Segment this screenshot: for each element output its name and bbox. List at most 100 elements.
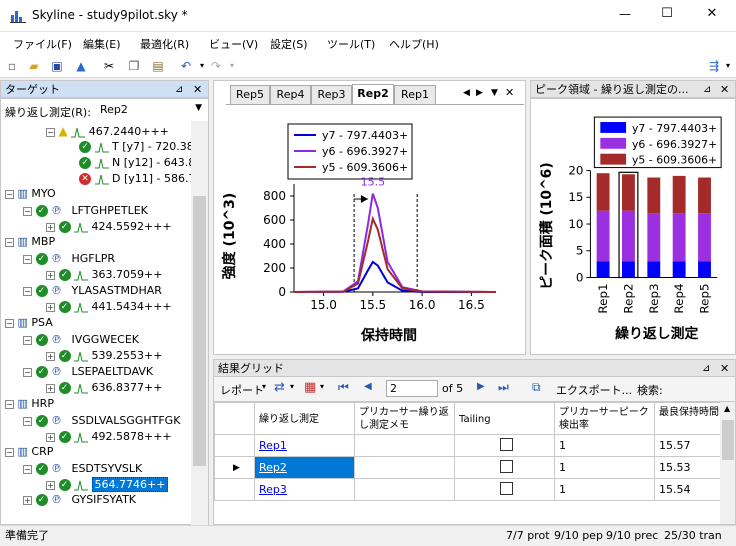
tab-list-icon[interactable]: ▼: [491, 88, 498, 98]
copy-icon[interactable]: ❐: [126, 58, 142, 74]
expand-icon[interactable]: +: [46, 432, 55, 442]
tree-row-precursor[interactable]: + ✓ 539.2553++: [46, 348, 162, 364]
undo-icon[interactable]: ↶: [178, 58, 194, 74]
tailing-checkbox[interactable]: [500, 481, 513, 495]
tailing-cell[interactable]: [454, 456, 555, 479]
expand-icon[interactable]: +: [46, 383, 55, 393]
pivot-dropdown-icon[interactable]: ▾: [290, 382, 294, 391]
table-row[interactable]: Rep1 1 15.57: [214, 434, 721, 457]
tree-row-peptide[interactable]: − ✓ ℗ ESDTSYVSLK: [23, 461, 142, 477]
tailing-cell[interactable]: [454, 478, 555, 501]
tailing-checkbox[interactable]: [500, 437, 513, 451]
tree-row-peptide[interactable]: − ✓ ℗ SSDLVALSGGHTFGK: [23, 413, 180, 429]
tree-row-precursor[interactable]: + ✓ 636.8377++: [46, 380, 162, 396]
expand-icon[interactable]: +: [46, 351, 55, 361]
prev-page-icon[interactable]: ◀: [364, 381, 372, 392]
rep-cell[interactable]: Rep2: [254, 456, 355, 479]
expand-icon[interactable]: +: [46, 270, 55, 280]
peak-area-pin-icon[interactable]: ⊿: [703, 81, 711, 99]
page-input[interactable]: 2: [386, 380, 438, 397]
rt-cell[interactable]: 15.53: [654, 456, 721, 479]
menu-optimize[interactable]: 最適化(R): [140, 36, 189, 52]
rt-cell[interactable]: 15.57: [654, 434, 721, 457]
rep-link[interactable]: Rep2: [259, 461, 287, 474]
expand-icon[interactable]: −: [5, 399, 14, 409]
peak-area-chart[interactable]: y7 - 797.4403+ y6 - 696.3927+ y5 - 609.3…: [530, 98, 736, 355]
pivot-icon[interactable]: ⇄: [274, 380, 285, 395]
replicate-select[interactable]: Rep2 ▼: [96, 102, 208, 119]
filter-dropdown-icon[interactable]: ▾: [320, 382, 324, 391]
expand-icon[interactable]: −: [23, 206, 32, 216]
publish-icon[interactable]: ▲: [73, 58, 89, 74]
tree-scrollbar[interactable]: [191, 121, 208, 525]
export-icon[interactable]: ⧉: [532, 380, 541, 395]
tab-scroll-left-icon[interactable]: ◀: [463, 88, 470, 98]
last-page-icon[interactable]: ⏭: [498, 380, 509, 395]
tree-row-protein[interactable]: − ▥ CRP: [5, 444, 53, 460]
expand-icon[interactable]: −: [5, 189, 14, 199]
table-row[interactable]: Rep3 1 15.54: [214, 478, 721, 501]
rep-cell[interactable]: Rep3: [254, 478, 355, 501]
rep-link[interactable]: Rep3: [259, 483, 287, 496]
column-header[interactable]: プリカーサー繰り返し測定メモ: [354, 402, 455, 435]
row-header[interactable]: [214, 434, 255, 457]
tab-scroll-right-icon[interactable]: ▶: [476, 88, 483, 98]
redo-icon[interactable]: ↷: [208, 58, 224, 74]
chromatogram-chart[interactable]: y7 - 797.4403+ y6 - 696.3927+ y5 - 609.3…: [214, 106, 525, 354]
rep-cell[interactable]: Rep1: [254, 434, 355, 457]
expand-icon[interactable]: −: [46, 127, 55, 137]
tree-row-protein[interactable]: − ▥ PSA: [5, 315, 53, 331]
tab-rep3[interactable]: Rep3: [311, 85, 352, 104]
tree-row-precursor[interactable]: + ✓ 441.5434+++: [46, 299, 172, 315]
tab-close-icon[interactable]: ✕: [505, 86, 514, 99]
tree-row-precursor[interactable]: + ✓ 424.5592+++: [46, 219, 172, 235]
results-pin-icon[interactable]: ⊿: [702, 360, 710, 378]
menu-view[interactable]: ビュー(V): [209, 36, 258, 52]
save-icon[interactable]: ▣: [49, 58, 65, 74]
column-header[interactable]: Tailing: [454, 402, 555, 435]
expand-icon[interactable]: −: [5, 237, 14, 247]
expand-icon[interactable]: −: [23, 416, 32, 426]
column-header[interactable]: 最良保持時間: [654, 402, 721, 435]
first-page-icon[interactable]: ⏮: [338, 380, 349, 395]
menu-tools[interactable]: ツール(T): [327, 36, 375, 52]
menu-help[interactable]: ヘルプ(H): [389, 36, 439, 52]
expand-icon[interactable]: −: [23, 286, 32, 296]
peak-area-close-icon[interactable]: ✕: [720, 81, 729, 99]
scroll-up-icon[interactable]: ▲: [724, 404, 730, 413]
rate-cell[interactable]: 1: [554, 478, 655, 501]
tree-row-transition[interactable]: ✓ T [y7] - 720.388: [79, 139, 191, 155]
maximize-button[interactable]: ☐: [652, 6, 682, 21]
expand-icon[interactable]: −: [23, 367, 32, 377]
tree-row-peptide[interactable]: − ✓ ℗ YLASASTMDHAR: [23, 283, 162, 299]
pin-icon[interactable]: ⊿: [175, 81, 183, 99]
tree-row-protein[interactable]: − ▥ MYO: [5, 186, 56, 202]
expand-icon[interactable]: −: [5, 447, 14, 457]
tree-row-transition[interactable]: ✕ D [y11] - 586.75: [79, 171, 191, 187]
table-row-selected[interactable]: ▶ Rep2 1 15.53: [214, 456, 721, 479]
tab-rep1[interactable]: Rep1: [394, 85, 436, 104]
redo-dropdown-icon[interactable]: ▾: [224, 58, 240, 74]
tree-row-precursor[interactable]: + ✓ 492.5878+++: [46, 429, 172, 445]
rate-cell[interactable]: 1: [554, 456, 655, 479]
note-cell[interactable]: [354, 456, 455, 479]
tailing-cell[interactable]: [454, 434, 555, 457]
expand-icon[interactable]: +: [46, 222, 55, 232]
scrollbar-thumb[interactable]: [193, 196, 206, 466]
rep-link[interactable]: Rep1: [259, 439, 287, 452]
column-header[interactable]: プリカーサーピーク検出率: [554, 402, 655, 435]
tree-row-peptide[interactable]: + ✓ ℗ GYSIFSYATK: [23, 492, 136, 508]
tree-row-peptide[interactable]: − ✓ ℗ LFTGHPETLEK: [23, 203, 148, 219]
column-header[interactable]: 繰り返し測定: [254, 402, 355, 435]
expand-icon[interactable]: +: [23, 495, 32, 505]
target-tree[interactable]: − ▲ 467.2440+++ ✓ T [y7] - 720.388 ✓ N […: [1, 120, 191, 520]
close-button[interactable]: ✕: [697, 6, 727, 21]
cut-icon[interactable]: ✂: [101, 58, 117, 74]
report-dropdown-icon[interactable]: ▾: [262, 382, 266, 391]
note-cell[interactable]: [354, 434, 455, 457]
rt-cell[interactable]: 15.54: [654, 478, 721, 501]
row-header[interactable]: ▶: [214, 456, 255, 479]
tab-rep5[interactable]: Rep5: [230, 85, 270, 104]
tree-row-peptide[interactable]: − ✓ ℗ IVGGWECEK: [23, 332, 139, 348]
tailing-checkbox[interactable]: [500, 459, 513, 473]
